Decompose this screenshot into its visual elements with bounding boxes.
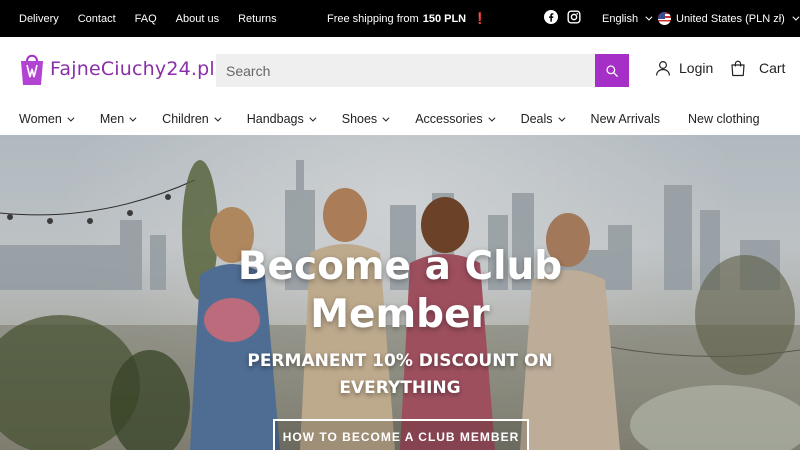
instagram-icon[interactable] bbox=[567, 10, 581, 24]
chevron-down-icon bbox=[67, 114, 75, 122]
nav-item-new-arrivals[interactable]: New Arrivals bbox=[591, 112, 660, 126]
hero-subtitle: PERMANENT 10% DISCOUNT ON EVERYTHING bbox=[0, 348, 800, 402]
hero-title: Become a Club Member bbox=[0, 243, 800, 339]
nav-label: Deals bbox=[520, 112, 553, 126]
nav-item-children[interactable]: Children bbox=[162, 112, 222, 126]
hero-title-line2: Member bbox=[310, 292, 490, 337]
nav-item-new-clothing[interactable]: New clothing bbox=[688, 112, 760, 126]
site-logo[interactable]: FajneCiuchy24.pl bbox=[18, 51, 215, 87]
promo-prefix: Free shipping from bbox=[327, 12, 419, 25]
hero-title-line1: Become a Club bbox=[237, 244, 563, 289]
hero-banner[interactable]: Become a Club Member PERMANENT 10% DISCO… bbox=[0, 135, 800, 450]
main-navigation: Women Men Children Handbags Shoes Access… bbox=[0, 103, 800, 135]
search-button[interactable] bbox=[595, 54, 629, 87]
nav-item-deals[interactable]: Deals bbox=[520, 112, 565, 126]
nav-label: Handbags bbox=[246, 112, 304, 126]
nav-label: Shoes bbox=[341, 112, 378, 126]
shopping-bag-logo-icon bbox=[21, 54, 43, 85]
us-flag-icon bbox=[658, 12, 671, 25]
chevron-down-icon bbox=[487, 114, 496, 122]
shopping-bag-icon bbox=[731, 60, 745, 77]
cart-button[interactable]: Cart bbox=[729, 59, 785, 77]
language-selector[interactable]: English bbox=[602, 0, 653, 37]
region-selector[interactable]: United States (PLN zł) bbox=[658, 0, 800, 37]
language-label: English bbox=[602, 12, 639, 25]
nav-label: New clothing bbox=[688, 112, 760, 126]
search-bar bbox=[216, 54, 629, 87]
link-delivery[interactable]: Delivery bbox=[19, 13, 59, 25]
nav-item-men[interactable]: Men bbox=[99, 112, 137, 126]
top-announcement-bar: Delivery Contact FAQ About us Returns Fr… bbox=[0, 0, 800, 37]
social-links bbox=[544, 10, 581, 24]
free-shipping-promo: Free shipping from 150 PLN ❗ bbox=[327, 0, 487, 37]
nav-label: New Arrivals bbox=[590, 112, 661, 126]
login-button[interactable]: Login bbox=[654, 59, 713, 77]
chevron-down-icon bbox=[382, 114, 390, 122]
utility-links: Delivery Contact FAQ About us Returns bbox=[19, 0, 296, 37]
site-header: FajneCiuchy24.pl Login Cart bbox=[0, 37, 800, 103]
promo-amount: 150 PLN bbox=[422, 12, 467, 25]
link-faq[interactable]: FAQ bbox=[135, 13, 157, 25]
nav-label: Men bbox=[99, 112, 125, 126]
search-input[interactable] bbox=[216, 54, 594, 87]
logo-text: FajneCiuchy24.pl bbox=[50, 58, 215, 80]
nav-label: Women bbox=[19, 112, 62, 126]
hero-subtitle-line1: PERMANENT 10% DISCOUNT ON bbox=[247, 351, 553, 371]
facebook-icon[interactable] bbox=[544, 10, 558, 24]
user-icon bbox=[656, 61, 670, 76]
chevron-down-icon bbox=[645, 13, 653, 21]
nav-item-women[interactable]: Women bbox=[19, 112, 75, 126]
nav-item-handbags[interactable]: Handbags bbox=[246, 112, 317, 126]
link-returns[interactable]: Returns bbox=[238, 13, 277, 25]
region-label: United States (PLN zł) bbox=[676, 12, 785, 25]
search-icon bbox=[606, 64, 618, 77]
nav-item-shoes[interactable]: Shoes bbox=[341, 112, 390, 126]
club-member-cta-button[interactable]: HOW TO BECOME A CLUB MEMBER bbox=[273, 419, 529, 450]
link-contact[interactable]: Contact bbox=[78, 13, 116, 25]
chevron-down-icon bbox=[129, 114, 137, 122]
cart-label: Cart bbox=[759, 60, 786, 76]
nav-label: Children bbox=[162, 112, 209, 126]
chevron-down-icon bbox=[309, 114, 317, 122]
nav-item-accessories[interactable]: Accessories bbox=[415, 112, 496, 126]
chevron-down-icon bbox=[214, 114, 222, 122]
login-label: Login bbox=[679, 60, 714, 76]
nav-label: Accessories bbox=[415, 112, 483, 126]
link-about-us[interactable]: About us bbox=[176, 13, 219, 25]
exclamation-icon: ❗ bbox=[473, 13, 487, 25]
hero-subtitle-line2: EVERYTHING bbox=[339, 378, 461, 398]
chevron-down-icon bbox=[557, 114, 565, 122]
chevron-down-icon bbox=[792, 13, 800, 21]
